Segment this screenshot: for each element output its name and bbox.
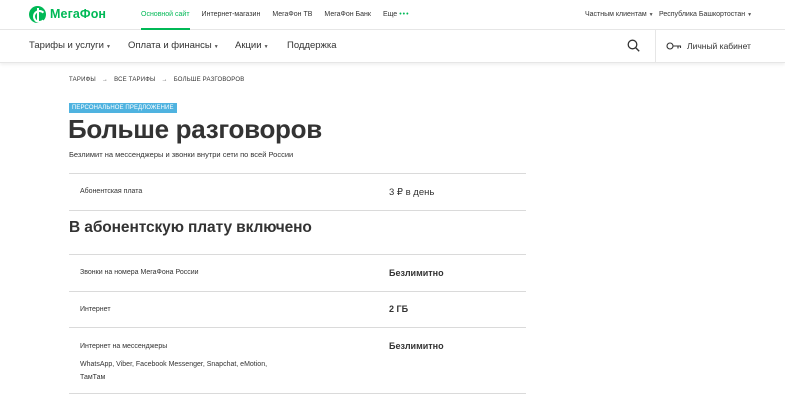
top-nav: Основной сайт Интернет-магазин МегаФон Т… <box>141 0 422 30</box>
logo-text: МегаФон <box>50 7 107 21</box>
top-nav-more-label: Еще <box>382 11 398 18</box>
included-row-internet: Интернет 2 ГБ <box>69 291 526 327</box>
chevron-down-icon: ▼ <box>263 44 269 50</box>
included-label: Интернет <box>80 306 111 313</box>
top-nav-shop[interactable]: Интернет-магазин <box>202 0 261 29</box>
personal-offer-badge: ПЕРСОНАЛЬНОЕ ПРЕДЛОЖЕНИЕ <box>69 103 177 113</box>
chevron-down-icon: ▼ <box>213 44 219 50</box>
fee-row: Абонентская плата 3 ₽ в день <box>69 173 526 210</box>
messenger-list: WhatsApp, Viber, Facebook Messenger, Sna… <box>80 361 268 381</box>
region-label: Республика Башкортостан <box>659 11 746 18</box>
breadcrumb: ТАРИФЫ → ВСЕ ТАРИФЫ → БОЛЬШЕ РАЗГОВОРОВ <box>69 77 244 83</box>
more-dots-icon: ••• <box>399 11 410 18</box>
megafon-logo[interactable]: МегаФон <box>29 5 106 23</box>
megafon-logo-icon <box>29 5 46 23</box>
included-row-messengers: Интернет на мессенджеры Безлимитно Whats… <box>69 327 526 393</box>
personal-cabinet-label: Личный кабинет <box>687 41 751 51</box>
top-nav-main-site[interactable]: Основной сайт <box>141 0 190 30</box>
top-nav-tv[interactable]: МегаФон ТВ <box>272 0 312 29</box>
fee-label: Абонентская плата <box>80 188 143 195</box>
top-nav-more[interactable]: Еще ••• <box>383 0 410 29</box>
arrow-right-icon: → <box>101 77 109 83</box>
search-icon[interactable] <box>627 39 640 52</box>
main-nav-label: Акции <box>235 40 262 51</box>
chevron-down-icon: ▼ <box>105 44 111 50</box>
arrow-right-icon: → <box>161 77 168 83</box>
top-nav-bank[interactable]: МегаФон Банк <box>324 0 371 29</box>
main-nav-label: Тарифы и услуги <box>29 40 104 51</box>
included-value: Безлимитно <box>389 268 444 278</box>
page-subtitle: Безлимит на мессенджеры и звонки внутри … <box>69 150 294 159</box>
breadcrumb-current: БОЛЬШЕ РАЗГОВОРОВ <box>173 77 245 83</box>
chevron-down-icon: ▼ <box>648 12 654 18</box>
region-selector[interactable]: Республика Башкортостан ▼ <box>659 0 752 29</box>
segment-label: Частным клиентам <box>585 11 647 18</box>
main-nav-tariffs[interactable]: Тарифы и услуги ▼ <box>29 30 111 62</box>
included-label: Звонки на номера МегаФона России <box>80 269 199 276</box>
main-nav-promotions[interactable]: Акции ▼ <box>235 30 269 62</box>
breadcrumb-tariffs[interactable]: ТАРИФЫ <box>69 77 96 83</box>
divider <box>69 210 526 211</box>
main-nav-label: Оплата и финансы <box>128 40 212 51</box>
included-row-calls: Звонки на номера МегаФона России Безлими… <box>69 254 526 291</box>
included-heading: В абонентскую плату включено <box>69 219 312 236</box>
included-value: 2 ГБ <box>389 304 409 314</box>
fee-value: 3 ₽ в день <box>389 187 435 198</box>
personal-cabinet-button[interactable]: Личный кабинет <box>655 30 785 62</box>
included-label: Интернет на мессенджеры <box>80 343 168 350</box>
top-bar: МегаФон Основной сайт Интернет-магазин М… <box>0 0 785 30</box>
chevron-down-icon: ▼ <box>747 12 753 18</box>
page-title: Больше разговоров <box>68 114 322 144</box>
divider <box>69 393 526 394</box>
breadcrumb-all-tariffs[interactable]: ВСЕ ТАРИФЫ <box>114 77 155 83</box>
segment-selector[interactable]: Частным клиентам ▼ <box>585 0 654 29</box>
main-nav-support[interactable]: Поддержка <box>287 30 337 62</box>
main-nav: Тарифы и услуги ▼ Оплата и финансы ▼ Акции… <box>0 30 785 63</box>
main-nav-payment[interactable]: Оплата и финансы ▼ <box>128 30 219 62</box>
key-icon <box>666 42 682 50</box>
included-value: Безлимитно <box>389 341 444 351</box>
